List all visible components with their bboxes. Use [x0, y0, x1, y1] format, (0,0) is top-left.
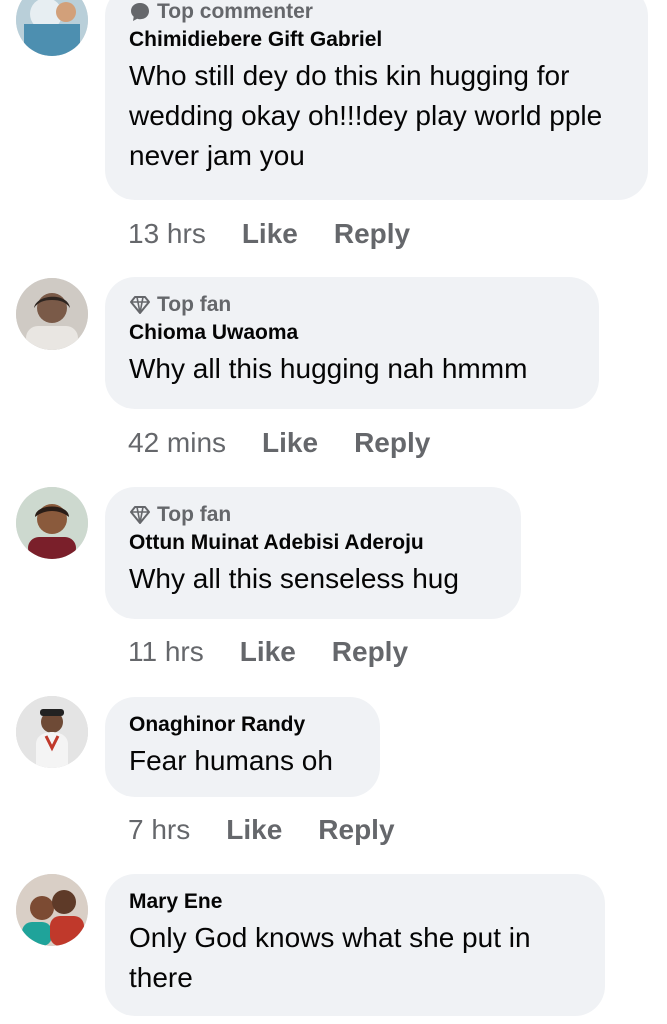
comment-bubble: Top fan Chioma Uwaoma Why all this huggi… [105, 277, 599, 409]
comment-time[interactable]: 11 hrs [128, 636, 204, 668]
comment-text: Only God knows what she put in there [129, 922, 531, 993]
commenter-name[interactable]: Chimidiebere Gift Gabriel [129, 26, 624, 54]
comment-time[interactable]: 13 hrs [128, 218, 206, 250]
commenter-name[interactable]: Ottun Muinat Adebisi Aderoju [129, 529, 497, 557]
avatar[interactable] [16, 487, 88, 559]
like-button[interactable]: Like [242, 218, 298, 250]
comment-bubble: Top commenter Chimidiebere Gift Gabriel … [105, 0, 648, 200]
diamond-icon [129, 504, 151, 526]
commenter-name[interactable]: Chioma Uwaoma [129, 319, 575, 347]
reply-button[interactable]: Reply [334, 218, 410, 250]
comment-bubble: Onaghinor Randy Fear humans oh [105, 697, 380, 797]
reply-button[interactable]: Reply [318, 814, 394, 846]
commenter-name[interactable]: Onaghinor Randy [129, 711, 356, 739]
badge-label: Top commenter [157, 0, 313, 23]
avatar[interactable] [16, 278, 88, 350]
badge-label: Top fan [157, 293, 232, 316]
commenter-name[interactable]: Mary Ene [129, 888, 581, 916]
comment-time[interactable]: 7 hrs [128, 814, 190, 846]
comment-text: Fear humans oh [129, 745, 333, 776]
comment-actions: 42 mins Like Reply [128, 423, 466, 463]
diamond-icon [129, 294, 151, 316]
comment-actions: 7 hrs Like Reply [128, 810, 431, 850]
reply-button[interactable]: Reply [332, 636, 408, 668]
like-button[interactable]: Like [226, 814, 282, 846]
top-commenter-badge: Top commenter [129, 0, 624, 26]
avatar[interactable] [16, 874, 88, 946]
comment-text: Who still dey do this kin hugging for we… [129, 60, 603, 171]
avatar[interactable] [16, 0, 88, 56]
comment-bubble: Mary Ene Only God knows what she put in … [105, 874, 605, 1016]
comment-bubble: Top fan Ottun Muinat Adebisi Aderoju Why… [105, 487, 521, 619]
comment-time[interactable]: 42 mins [128, 427, 226, 459]
like-button[interactable]: Like [262, 427, 318, 459]
reply-button[interactable]: Reply [354, 427, 430, 459]
comment-text: Why all this senseless hug [129, 563, 459, 594]
chat-bubble-icon [129, 1, 151, 23]
comment-actions: 11 hrs Like Reply [128, 632, 444, 672]
top-fan-badge: Top fan [129, 291, 575, 319]
top-fan-badge: Top fan [129, 501, 497, 529]
like-button[interactable]: Like [240, 636, 296, 668]
avatar[interactable] [16, 696, 88, 768]
comment-text: Why all this hugging nah hmmm [129, 353, 528, 384]
comment-actions: 13 hrs Like Reply [128, 214, 446, 254]
badge-label: Top fan [157, 503, 232, 526]
